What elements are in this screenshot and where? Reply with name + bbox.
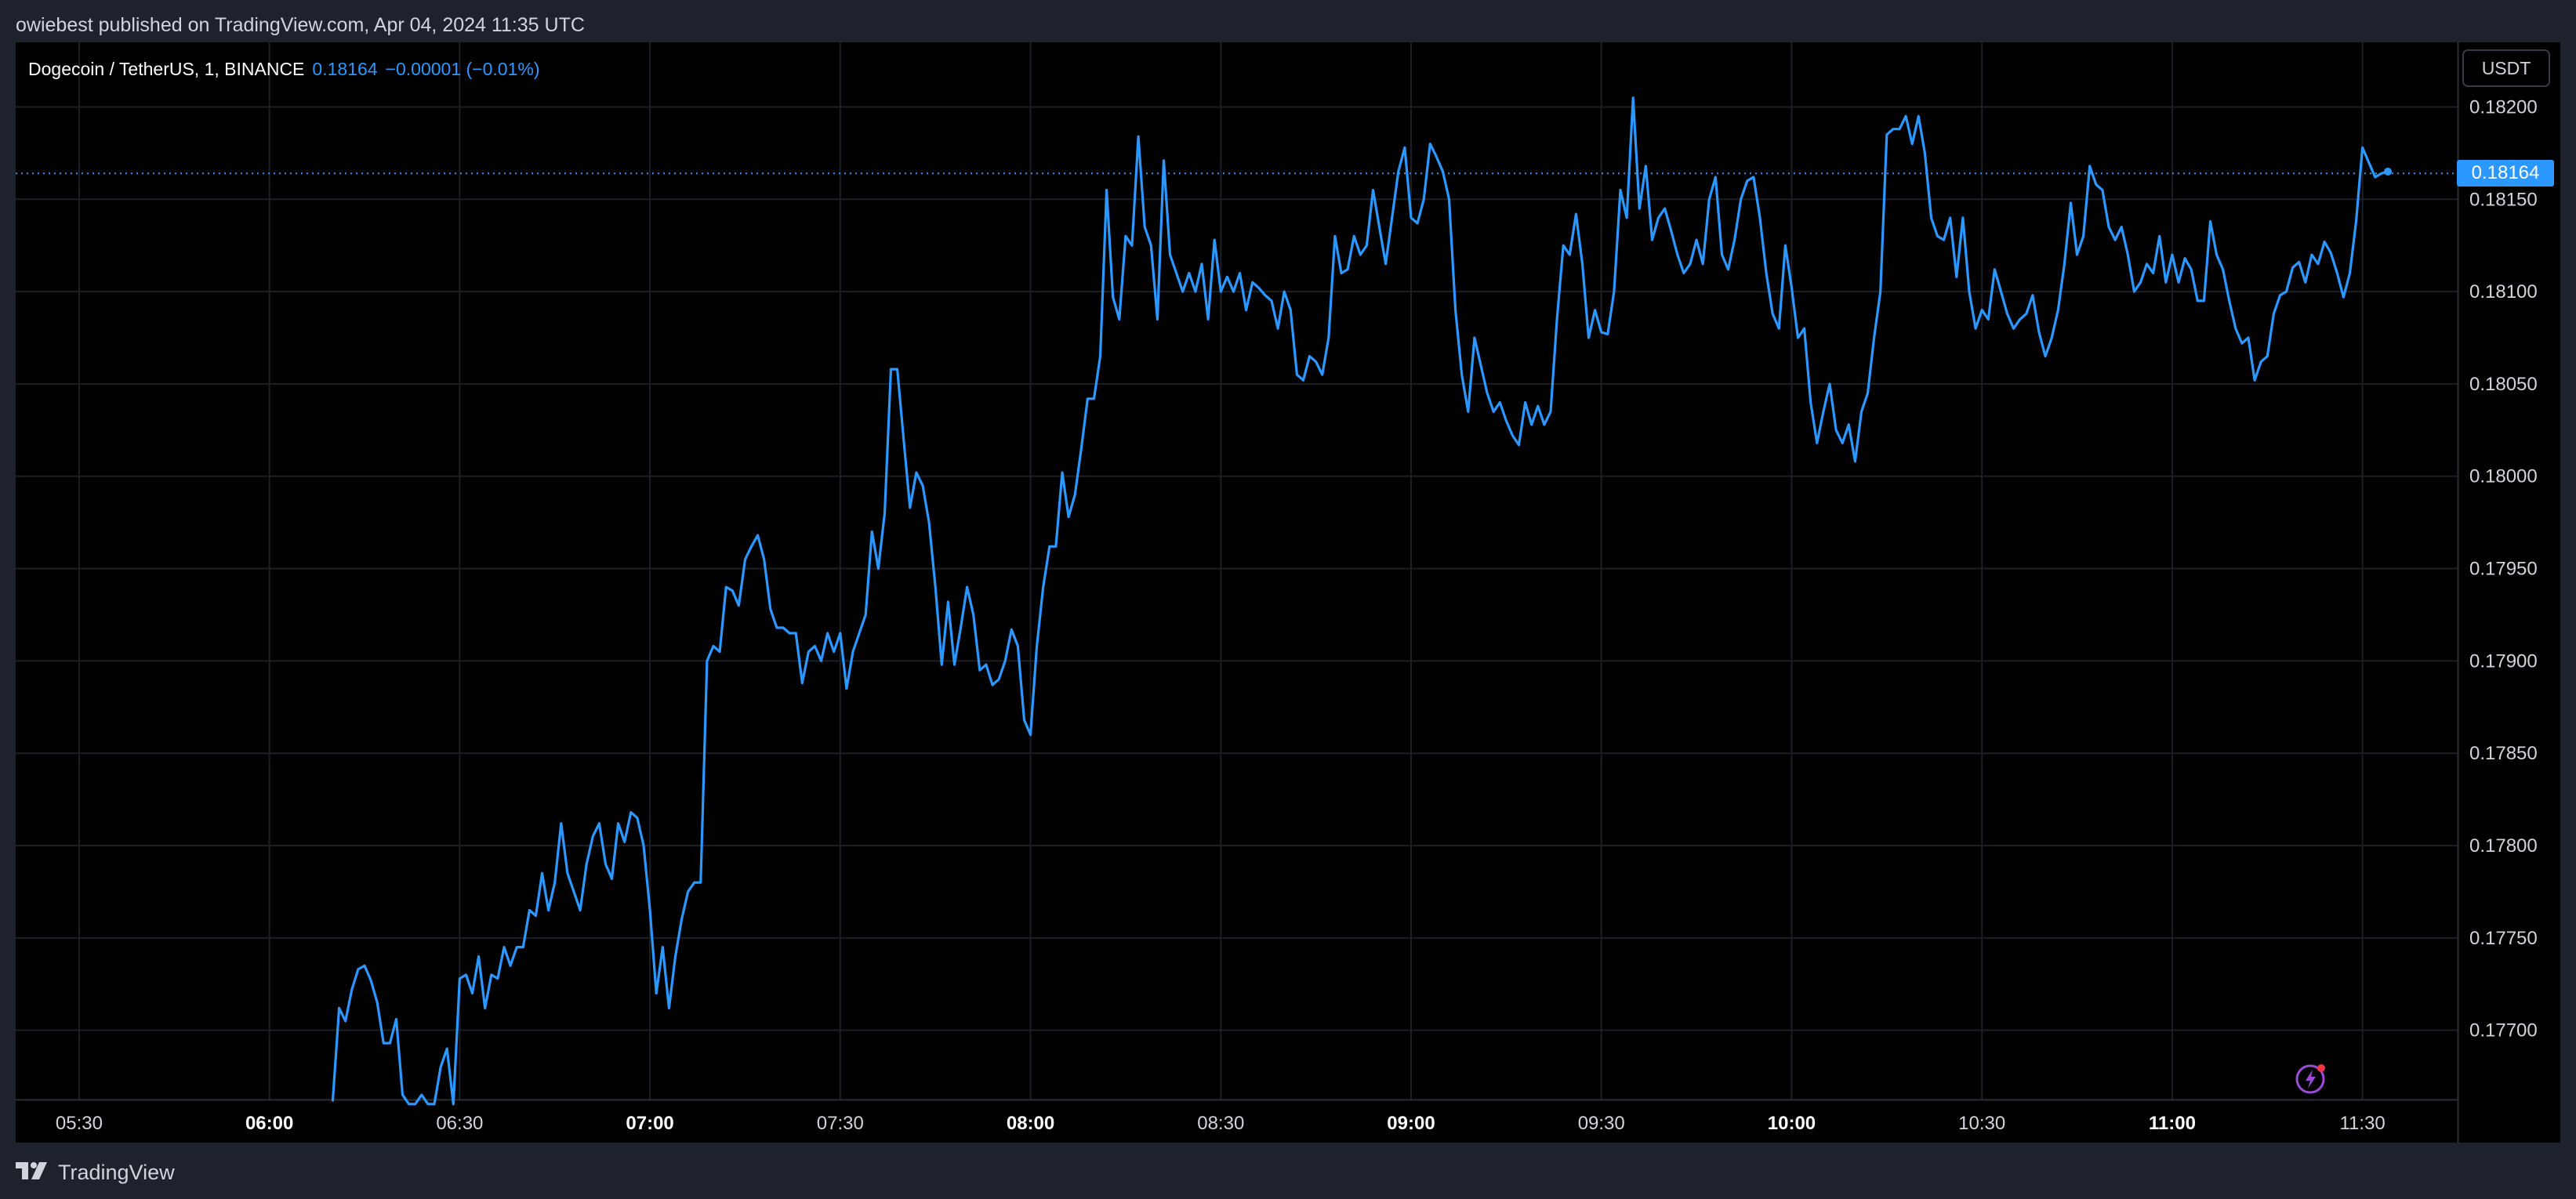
tradingview-logo-icon <box>16 1161 50 1185</box>
x-tick-label: 09:00 <box>1387 1113 1435 1134</box>
time-scale[interactable]: 05:30 06:00 06:30 07:00 07:30 08:00 08:30 09:00… <box>56 1113 2386 1134</box>
x-tick-label: 10:30 <box>1958 1113 2005 1134</box>
last-price-dot <box>2384 167 2392 176</box>
footer-brand[interactable]: TradingView <box>16 1157 175 1188</box>
x-tick-label: 11:30 <box>2339 1113 2385 1134</box>
y-tick-label: 0.17700 <box>2469 1020 2538 1041</box>
x-tick-label: 07:00 <box>626 1113 673 1134</box>
x-tick-label: 10:00 <box>1768 1113 1816 1134</box>
x-tick-label: 08:30 <box>1197 1113 1244 1134</box>
x-tick-label: 11:00 <box>2149 1113 2196 1134</box>
y-tick-label: 0.17800 <box>2469 835 2538 857</box>
lightning-bolt-icon[interactable] <box>2295 1062 2328 1095</box>
y-tick-label: 0.18050 <box>2469 374 2538 395</box>
price-change-value: −0.00001 (−0.01%) <box>385 59 540 79</box>
x-tick-label: 07:30 <box>817 1113 864 1134</box>
price-chart[interactable]: 0.17700 0.17750 0.17800 0.17850 0.17900 0.179… <box>16 42 2560 1143</box>
brand-name: TradingView <box>58 1160 175 1184</box>
y-tick-label: 0.18100 <box>2469 281 2538 302</box>
x-tick-label: 05:30 <box>56 1113 103 1134</box>
currency-button[interactable]: USDT <box>2462 49 2550 87</box>
price-line-series <box>331 96 2392 1106</box>
symbol-title[interactable]: Dogecoin / TetherUS, 1, BINANCE <box>28 59 304 79</box>
last-price-label: 0.18164 <box>2457 160 2554 187</box>
last-price-value: 0.18164 <box>312 59 378 79</box>
price-scale[interactable]: 0.17700 0.17750 0.17800 0.17850 0.17900 0.179… <box>2469 96 2538 1041</box>
price-line <box>331 96 2389 1106</box>
y-tick-label: 0.18000 <box>2469 466 2538 487</box>
x-tick-label: 09:30 <box>1578 1113 1625 1134</box>
x-tick-label: 06:30 <box>436 1113 483 1134</box>
y-tick-label: 0.17850 <box>2469 743 2538 764</box>
chart-panel[interactable]: 0.17700 0.17750 0.17800 0.17850 0.17900 0.179… <box>16 42 2560 1143</box>
y-tick-label: 0.18200 <box>2469 96 2538 118</box>
y-tick-label: 0.18150 <box>2469 189 2538 210</box>
x-tick-label: 08:00 <box>1007 1113 1054 1134</box>
y-tick-label: 0.17950 <box>2469 559 2538 580</box>
x-tick-label: 06:00 <box>245 1113 293 1134</box>
y-tick-label: 0.17750 <box>2469 928 2538 949</box>
publish-header: owiebest published on TradingView.com, A… <box>16 14 585 36</box>
grid <box>16 42 2458 1099</box>
y-tick-label: 0.17900 <box>2469 650 2538 672</box>
symbol-legend[interactable]: Dogecoin / TetherUS, 1, BINANCE 0.18164 −0… <box>28 56 539 82</box>
